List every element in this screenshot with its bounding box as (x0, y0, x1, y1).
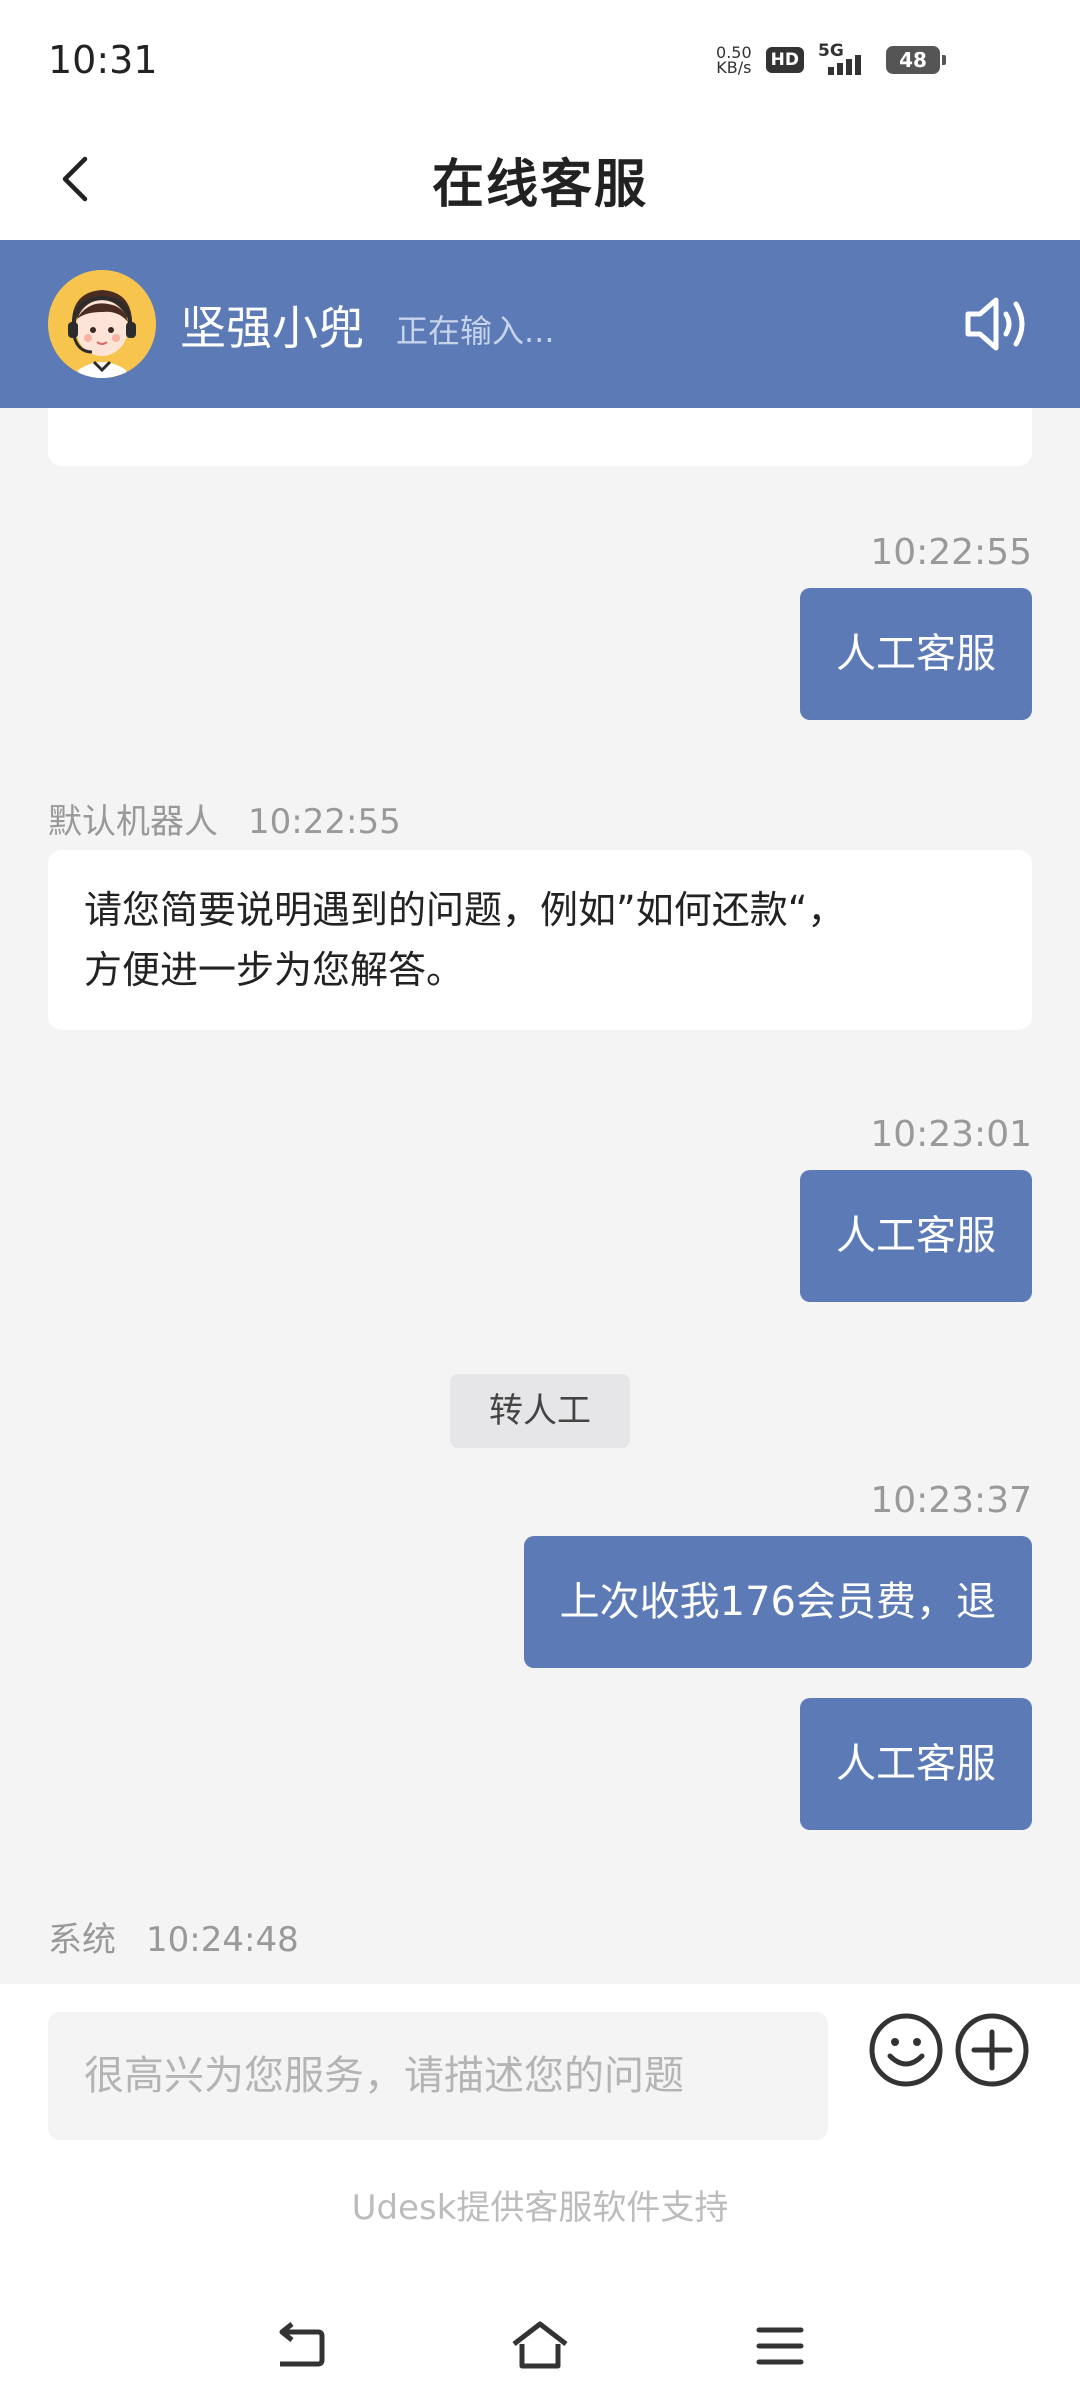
speaker-button[interactable] (960, 286, 1036, 362)
message-time: 10:24:48 (146, 1920, 299, 1960)
sent-message-bubble[interactable]: 人工客服 (800, 1698, 1032, 1830)
agent-header: 坚强小兜 正在输入... (0, 240, 1080, 408)
message-time: 10:22:55 (870, 532, 1032, 573)
nav-bar: 在线客服 (0, 120, 1080, 240)
message-meta: 系统 10:24:48 (48, 1912, 299, 1961)
sent-message-bubble[interactable]: 上次收我176会员费，退 (523, 1536, 1032, 1668)
agent-name: 坚强小兜 (180, 301, 364, 355)
return-icon (279, 2322, 325, 2367)
add-attachment-button[interactable] (954, 2012, 1030, 2088)
status-bar: 10:31 0.50 KB/s HD 5G 48 (0, 0, 1080, 120)
agent-typing-status: 正在输入... (396, 312, 555, 350)
sender-name: 默认机器人 (48, 802, 218, 842)
system-menu-button[interactable] (740, 2306, 820, 2386)
menu-icon (756, 2327, 804, 2365)
message-time: 10:23:37 (870, 1480, 1032, 1521)
agent-avatar (48, 270, 156, 378)
message-time: 10:22:55 (248, 802, 401, 842)
speaker-icon (965, 297, 1025, 351)
transfer-to-human-notice: 转人工 (450, 1374, 630, 1448)
home-icon (512, 2321, 568, 2369)
signal-icon: 5G (818, 41, 872, 79)
composer: Udesk提供客服软件支持 (0, 1984, 1080, 2408)
system-back-button[interactable] (260, 2306, 340, 2386)
sender-name: 系统 (48, 1920, 116, 1960)
sent-message-bubble[interactable]: 人工客服 (800, 588, 1032, 720)
smiley-icon (869, 2013, 943, 2087)
system-home-button[interactable] (500, 2306, 580, 2386)
sent-message-bubble[interactable]: 人工客服 (800, 1170, 1032, 1302)
message-bubble-partial (48, 408, 1032, 466)
battery-icon: 48 (886, 46, 946, 74)
message-time: 10:23:01 (870, 1114, 1032, 1155)
status-icons: 0.50 KB/s HD 5G 48 (716, 40, 946, 80)
agent-avatar-icon (48, 270, 156, 378)
message-meta: 默认机器人 10:22:55 (48, 794, 401, 843)
emoji-button[interactable] (868, 2012, 944, 2088)
hd-icon: HD (765, 47, 804, 73)
plus-circle-icon (955, 2013, 1029, 2087)
status-time: 10:31 (48, 38, 158, 82)
received-message-bubble[interactable]: 请您简要说明遇到的问题，例如”如何还款“， 方便进一步为您解答。 (48, 850, 1032, 1030)
message-input[interactable] (48, 2012, 828, 2140)
network-speed: 0.50 KB/s (716, 43, 752, 77)
system-nav-bar (0, 2306, 1080, 2386)
chat-area[interactable]: 10:22:55 人工客服 默认机器人 10:22:55 请您简要说明遇到的问题，… (0, 408, 1080, 1984)
page-title: 在线客服 (431, 155, 648, 215)
powered-by-text: Udesk提供客服软件支持 (351, 2188, 729, 2228)
